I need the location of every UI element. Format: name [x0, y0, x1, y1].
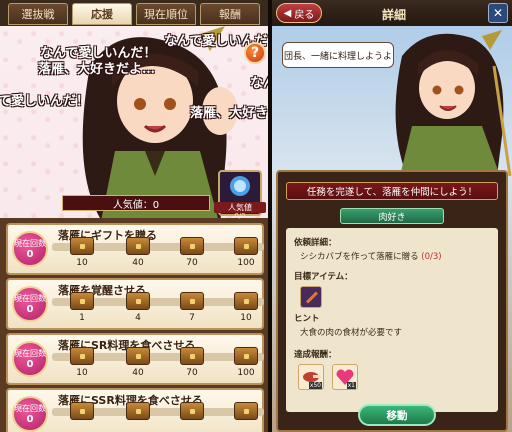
tab-rewards[interactable]: 報酬	[200, 3, 260, 25]
back-label: 戻る	[294, 9, 315, 21]
chest-icon[interactable]	[234, 347, 258, 365]
gem-count: 0/0	[234, 212, 246, 220]
quest-body: 依頼詳細： シシカバブを作って落雁に贈る (0/3) 目標アイテム： ヒント 大…	[286, 228, 498, 412]
mission-item: 現在回数 0 落雁を覚醒させる 1 4 7 10	[6, 278, 264, 330]
chest-icon[interactable]	[126, 237, 150, 255]
milestone-label: 10	[76, 368, 88, 378]
reward-list: x50 x1	[298, 364, 490, 390]
tab-ranking[interactable]: 現在順位	[136, 3, 196, 25]
heart-gem-icon[interactable]: x1	[332, 364, 358, 390]
cheer-text: なん	[250, 76, 268, 91]
current-count-value: 0	[26, 359, 34, 370]
back-arrow-icon: ◀	[283, 7, 292, 19]
chest-icon[interactable]	[234, 292, 258, 310]
tab-bar: 選抜戦 応援 現在順位 報酬	[0, 0, 268, 26]
milestone-label: 1	[79, 313, 85, 323]
current-count-badge: 現在回数 0	[12, 341, 48, 377]
milestone-label: 40	[132, 368, 144, 378]
chest-icon[interactable]	[126, 347, 150, 365]
quest-detail-box: 任務を完遂して、落雁を仲間にしよう！ 肉好き 依頼詳細： シシカバブを作って落雁…	[276, 170, 508, 432]
request-description: シシカバブを作って落雁に贈る	[300, 252, 419, 262]
milestone-label: 100	[237, 368, 255, 378]
chest-icon[interactable]	[180, 347, 204, 365]
character-portrait	[395, 30, 512, 176]
trait-tag: 肉好き	[340, 208, 444, 224]
current-count-label: 現在回数	[14, 294, 46, 303]
chest-icon[interactable]	[234, 402, 258, 420]
move-button[interactable]: 移動	[358, 404, 436, 426]
milestone-label: 40	[132, 258, 144, 268]
current-count-label: 現在回数	[14, 404, 46, 413]
detail-panel: ◀ 戻る 詳細 ✕ 団長、一緒に料理しようよ 任務を完遂して、落雁を仲間にしよう…	[272, 0, 512, 432]
chest-icon[interactable]	[234, 237, 258, 255]
meat-icon[interactable]: x50	[298, 364, 324, 390]
page-title: 詳細	[381, 8, 406, 22]
chest-icon[interactable]	[180, 237, 204, 255]
current-count-value: 0	[26, 304, 34, 315]
mission-item: 現在回数 0 落雁にSSR料理を食べさせる	[6, 388, 264, 432]
cheer-text: て愛しいんだ！	[0, 94, 90, 109]
request-label: 依頼詳細：	[294, 238, 337, 248]
target-item-label: 目標アイテム：	[294, 272, 353, 282]
chest-icon[interactable]	[126, 402, 150, 420]
milestone-label: 10	[240, 313, 252, 323]
current-count-label: 現在回数	[14, 349, 46, 358]
help-button[interactable]: ?	[244, 42, 266, 64]
hint-label: ヒント	[294, 314, 320, 324]
request-progress: (0/3)	[421, 252, 442, 262]
chest-icon[interactable]	[126, 292, 150, 310]
current-count-value: 0	[26, 249, 34, 260]
mission-item: 現在回数 0 落雁にギフトを贈る 10 40 70 100	[6, 223, 264, 275]
close-button[interactable]: ✕	[488, 3, 508, 23]
tab-cheer[interactable]: 応援	[72, 3, 132, 25]
chest-icon[interactable]	[70, 347, 94, 365]
current-count-badge: 現在回数 0	[12, 396, 48, 432]
milestone-label: 70	[186, 258, 198, 268]
milestone-label: 4	[135, 313, 141, 323]
quest-banner: 任務を完遂して、落雁を仲間にしよう！	[286, 182, 498, 200]
reward-qty: x1	[346, 382, 356, 389]
milestone-label: 100	[237, 258, 255, 268]
current-count-value: 0	[26, 414, 34, 425]
chest-icon[interactable]	[70, 402, 94, 420]
milestone-label: 7	[189, 313, 195, 323]
mission-item: 現在回数 0 落雁にSR料理を食べさせる 10 40 70 100	[6, 333, 264, 385]
hint-text: 大食の肉の食材が必要です	[300, 328, 403, 338]
mission-list: 現在回数 0 落雁にギフトを贈る 10 40 70 100 現在回数 0 落雁を…	[0, 218, 268, 432]
current-count-label: 現在回数	[14, 239, 46, 248]
popularity-bar: 人気値：0	[62, 195, 210, 211]
milestone-label: 10	[76, 258, 88, 268]
cheer-text: 落雁、大好きだよ…	[38, 62, 156, 77]
chest-icon[interactable]	[180, 402, 204, 420]
reward-qty: x50	[308, 382, 322, 389]
chest-icon[interactable]	[70, 237, 94, 255]
chest-icon[interactable]	[180, 292, 204, 310]
current-count-badge: 現在回数 0	[12, 231, 48, 267]
request-text: シシカバブを作って落雁に贈る (0/3)	[300, 250, 490, 262]
kebab-item-icon[interactable]	[300, 286, 322, 308]
cheer-panel: 選抜戦 応援 現在順位 報酬 なんで愛しいんだ！ 落雁、大好きだよ… なんで愛し…	[0, 0, 268, 432]
milestone-label: 70	[186, 368, 198, 378]
speech-bubble: 団長、一緒に料理しようよ	[282, 42, 394, 68]
current-count-badge: 現在回数 0	[12, 286, 48, 322]
back-button[interactable]: ◀ 戻る	[276, 3, 322, 23]
chest-icon[interactable]	[70, 292, 94, 310]
cheer-text: 落雁、大好き	[190, 106, 268, 121]
tab-selection[interactable]: 選抜戦	[8, 3, 68, 25]
header-bar: ◀ 戻る 詳細 ✕	[272, 0, 512, 26]
reward-label: 達成報酬：	[294, 350, 337, 360]
